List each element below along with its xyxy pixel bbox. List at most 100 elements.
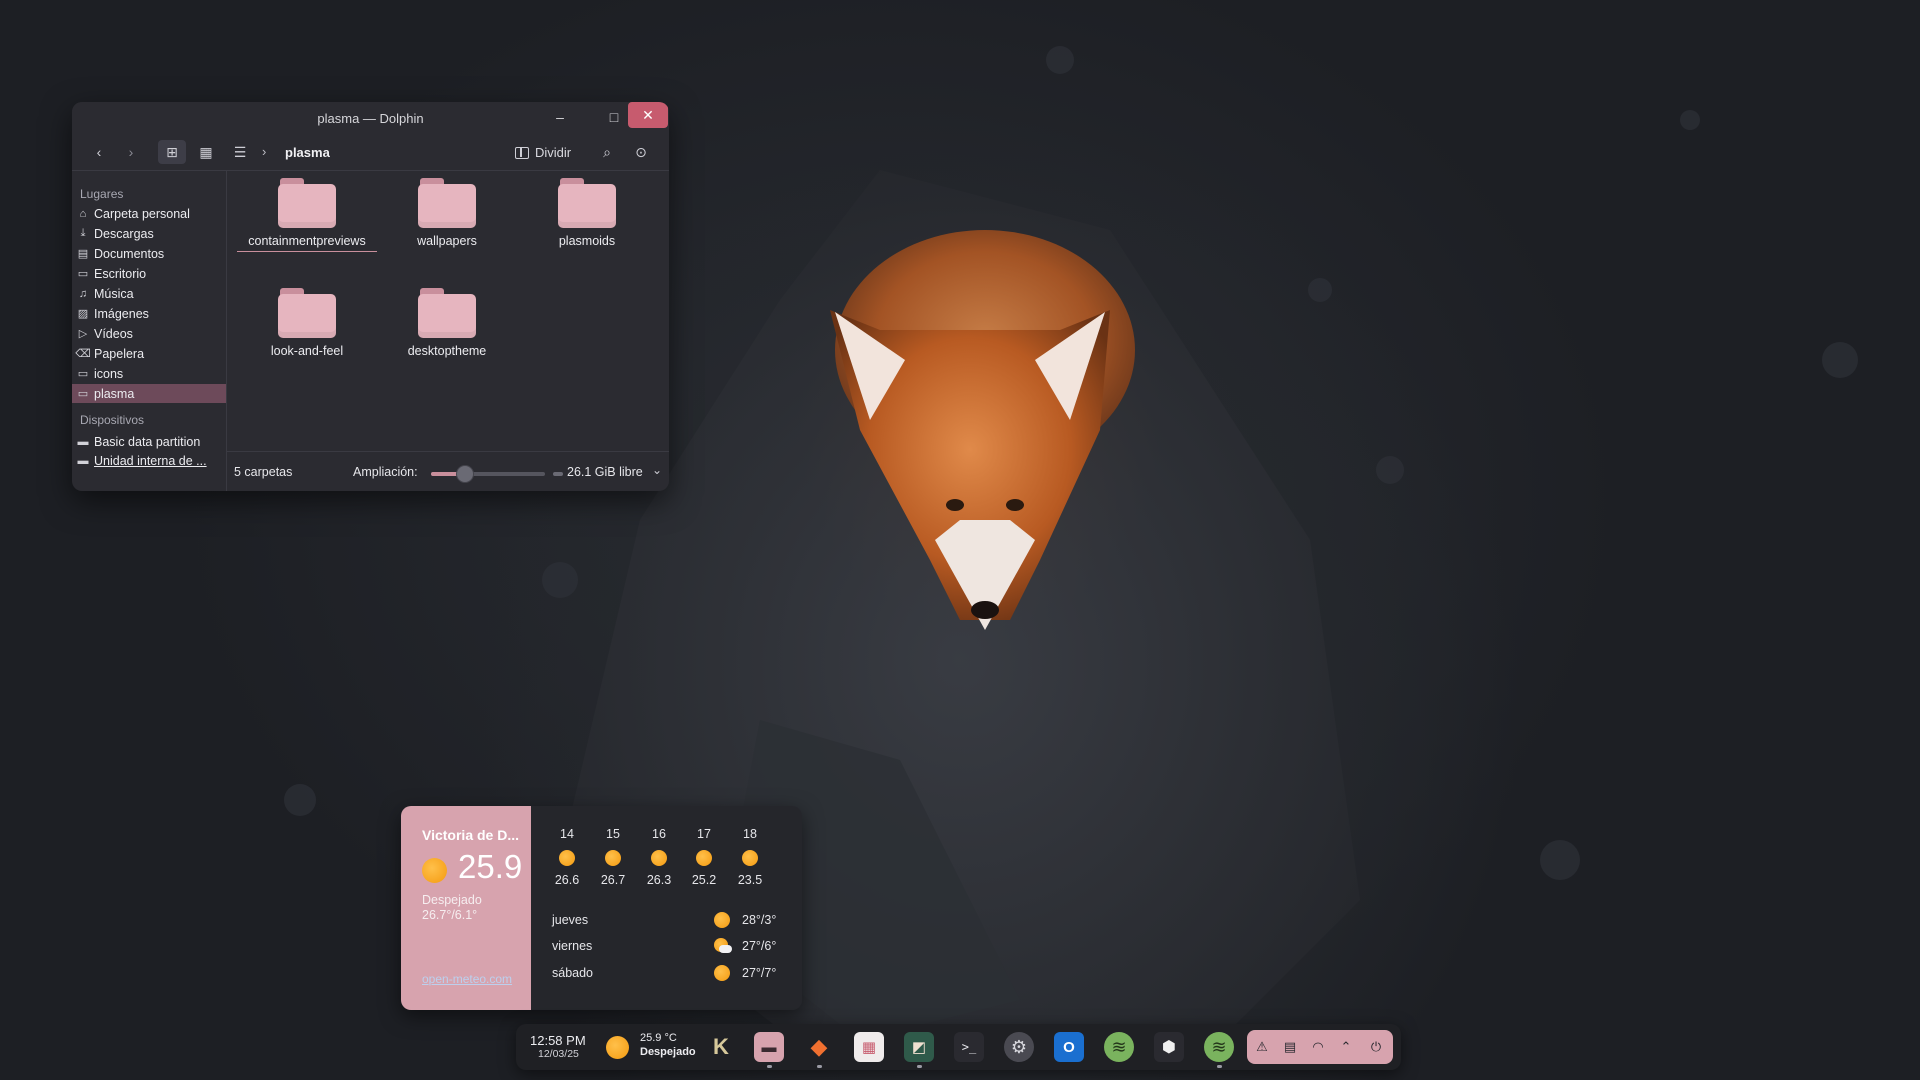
places-header: Lugares	[80, 187, 124, 201]
folder-icon	[418, 288, 476, 338]
folder-item[interactable]: plasmoids	[517, 178, 657, 249]
task-spotify-playing[interactable]: ≋	[1204, 1032, 1234, 1068]
split-view-icon	[515, 146, 529, 159]
notification-icon[interactable]: ⚠	[1253, 1038, 1271, 1056]
wifi-icon[interactable]: ◠	[1309, 1038, 1327, 1056]
outlook-icon: O	[1063, 1038, 1075, 1056]
sidebar-item-documents[interactable]: ▤ Documentos	[72, 244, 226, 263]
panel-weather-condition: Despejado	[640, 1046, 696, 1058]
details-view-button[interactable]: ☰	[226, 140, 254, 164]
folder-item[interactable]: wallpapers	[377, 178, 517, 249]
hourly-forecast: 18 23.5	[737, 827, 763, 887]
file-view[interactable]: containmentpreviews wallpapers plasmoids…	[227, 170, 669, 450]
sidebar-item-videos[interactable]: ▷ Vídeos	[72, 324, 226, 343]
arrow-left-icon: ‹	[96, 144, 102, 160]
sidebar-item-music[interactable]: ♫ Música	[72, 284, 226, 303]
taskbar: 12:58 PM 12/03/25 25.9 °C Despejado K ▬ …	[516, 1024, 1401, 1070]
sun-icon	[422, 858, 447, 883]
sun-icon	[696, 850, 712, 866]
package-icon: ⬢	[1162, 1039, 1176, 1056]
weather-current: Victoria de D... 25.9 Despejado 26.7°/6.…	[401, 806, 531, 1010]
launcher-button[interactable]: K	[706, 1032, 736, 1062]
chevron-down-icon[interactable]: ⌄	[652, 463, 662, 477]
task-image-viewer[interactable]: ◩	[904, 1032, 934, 1068]
folder-icon: ▭	[77, 388, 89, 400]
weather-condition: Despejado	[422, 893, 482, 907]
folder-item[interactable]: look-and-feel	[237, 288, 377, 359]
task-settings[interactable]: ⚙	[1004, 1032, 1034, 1062]
folder-name: wallpapers	[417, 234, 477, 248]
breadcrumb[interactable]: plasma	[285, 145, 330, 160]
sidebar-item-home[interactable]: ⌂ Carpeta personal	[72, 204, 226, 223]
clock-time: 12:58 PM	[530, 1033, 586, 1048]
task-file-manager[interactable]: ▬	[754, 1032, 784, 1068]
zoom-slider-handle[interactable]	[457, 466, 474, 482]
daily-forecast: jueves 28°/3°	[552, 912, 777, 928]
weather-widget[interactable]: Victoria de D... 25.9 Despejado 26.7°/6.…	[401, 806, 802, 1010]
sidebar-item-trash[interactable]: ⌫ Papelera	[72, 344, 226, 363]
back-button[interactable]: ‹	[85, 140, 113, 164]
sidebar-item-basic-data-partition[interactable]: ▬ Basic data partition	[72, 432, 226, 451]
task-terminal[interactable]: >_	[954, 1032, 984, 1062]
folder-name: containmentpreviews	[237, 234, 377, 252]
cloud-sun-icon	[714, 938, 732, 954]
sun-icon	[605, 850, 621, 866]
compact-view-button[interactable]: ▦	[192, 140, 220, 164]
folder-icon	[558, 178, 616, 228]
download-icon: ⤓	[80, 227, 86, 239]
task-store[interactable]: ▦	[854, 1032, 884, 1062]
spotify-icon: ≋	[1211, 1036, 1227, 1057]
folder-name: desktoptheme	[407, 344, 487, 358]
weather-temperature: 25.9	[458, 848, 523, 885]
sidebar-item-downloads[interactable]: ⤓ Descargas	[72, 224, 226, 243]
search-button[interactable]: ⌕	[593, 140, 621, 164]
sun-icon	[606, 1036, 629, 1059]
window-titlebar[interactable]: plasma — Dolphin – □ ✕	[72, 102, 669, 134]
zoom-slider[interactable]	[431, 466, 545, 482]
sidebar-item-icons[interactable]: ▭ icons	[72, 364, 226, 383]
task-gitlab[interactable]: ◆	[804, 1032, 834, 1068]
free-space-label[interactable]: 26.1 GiB libre	[567, 465, 643, 479]
sidebar-item-plasma[interactable]: ▭ plasma	[72, 384, 226, 403]
kde-icon: K	[713, 1034, 729, 1059]
panel-weather-temp: 25.9 °C	[640, 1032, 677, 1044]
search-icon: ⌕	[603, 143, 611, 160]
spotify-icon: ≋	[1111, 1036, 1127, 1057]
chevron-up-icon[interactable]: ⌃	[1337, 1038, 1355, 1056]
sun-icon	[559, 850, 575, 866]
settings-icon: ⚙	[1010, 1036, 1028, 1057]
icons-view-button[interactable]: ⊞	[158, 140, 186, 164]
minimize-button[interactable]: –	[540, 104, 580, 130]
sun-icon	[742, 850, 758, 866]
sidebar-item-internal-drive[interactable]: ▬ Unidad interna de ...	[72, 451, 226, 470]
sidebar-item-images[interactable]: ▨ Imágenes	[72, 304, 226, 323]
forward-button[interactable]: ›	[117, 140, 145, 164]
sun-icon	[714, 965, 730, 981]
folder-item[interactable]: containmentpreviews	[237, 178, 377, 252]
close-button[interactable]: ✕	[628, 102, 668, 128]
task-package[interactable]: ⬢	[1154, 1032, 1184, 1062]
places-panel: Lugares ⌂ Carpeta personal ⤓ Descargas ▤ Do…	[72, 170, 227, 491]
devices-header: Dispositivos	[80, 413, 145, 427]
gitlab-icon: ◆	[810, 1034, 828, 1059]
split-button-label: Dividir	[535, 145, 572, 160]
power-icon[interactable]: ⏻	[1367, 1038, 1385, 1056]
toolbar: ‹ › ⊞ ▦ ☰ › plasma Dividir ⌕ ⊙	[72, 134, 669, 171]
document-icon: ▤	[77, 248, 89, 260]
weather-source-link[interactable]: open-meteo.com	[422, 972, 512, 986]
folder-icon	[278, 178, 336, 228]
menu-button[interactable]: ⊙	[627, 140, 655, 164]
folder-icon	[418, 178, 476, 228]
weather-city: Victoria de D...	[422, 827, 519, 843]
free-space-bar	[553, 472, 563, 476]
split-button[interactable]: Dividir	[515, 145, 571, 160]
task-outlook[interactable]: O	[1054, 1032, 1084, 1062]
desktop-icon: ▭	[77, 268, 89, 280]
clipboard-icon[interactable]: ▤	[1281, 1038, 1299, 1056]
task-spotify[interactable]: ≋	[1104, 1032, 1134, 1062]
system-tray: ⚠ ▤ ◠ ⌃ ⏻	[1247, 1030, 1393, 1064]
folder-item[interactable]: desktoptheme	[377, 288, 517, 359]
daily-forecast: sábado 27°/7°	[552, 965, 777, 981]
sidebar-item-desktop[interactable]: ▭ Escritorio	[72, 264, 226, 283]
daily-forecast: viernes 27°/6°	[552, 938, 777, 954]
